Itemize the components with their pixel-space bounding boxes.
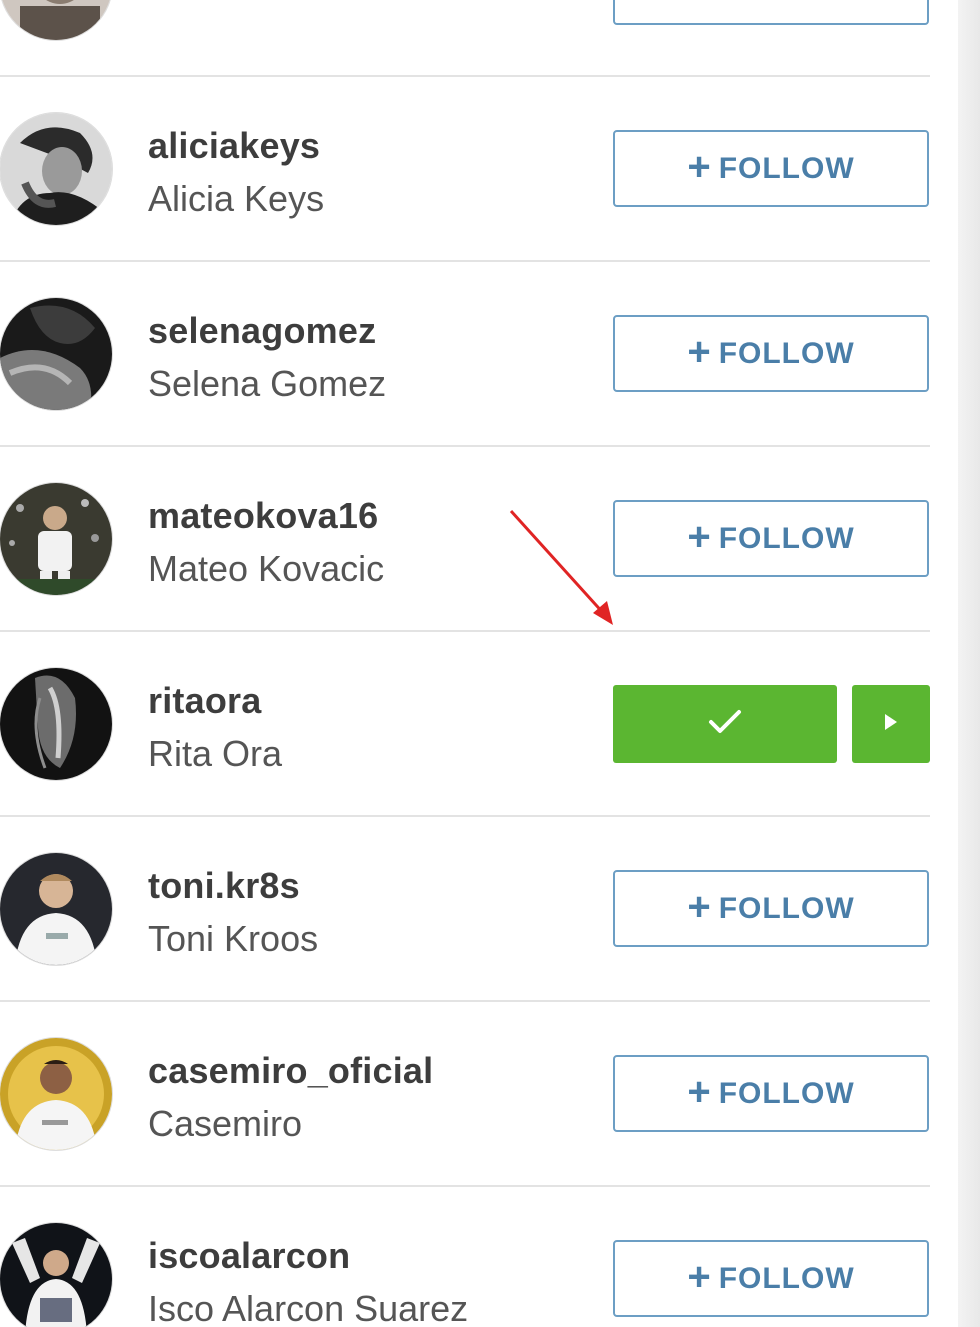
follow-button[interactable]: + FOLLOW [613, 500, 929, 577]
follow-label: FOLLOW [718, 336, 855, 370]
list-item: mateokova16 Mateo Kovacic + FOLLOW [0, 447, 930, 632]
avatar[interactable] [0, 853, 112, 965]
username[interactable]: ritaora [148, 680, 261, 722]
username[interactable]: toni.kr8s [148, 865, 300, 907]
username[interactable]: selenagomez [148, 310, 376, 352]
follow-button[interactable] [613, 0, 929, 25]
follow-button[interactable]: + FOLLOW [613, 130, 929, 207]
username[interactable]: mateokova16 [148, 495, 378, 537]
avatar[interactable] [0, 1038, 112, 1150]
scrollbar-track[interactable] [958, 0, 980, 1327]
full-name: Alicia Keys [148, 178, 325, 219]
avatar[interactable] [0, 113, 112, 225]
full-name: Casemiro [148, 1103, 303, 1144]
suggested-users-list: aliciakeys Alicia Keys + FOLLOW selenago… [0, 0, 980, 1327]
follow-button[interactable]: + FOLLOW [613, 1055, 929, 1132]
plus-icon: + [687, 884, 711, 929]
full-name: Rita Ora [148, 733, 283, 774]
avatar[interactable] [0, 298, 112, 410]
avatar[interactable] [0, 1223, 112, 1327]
follow-button[interactable]: + FOLLOW [613, 870, 929, 947]
list-item: aliciakeys Alicia Keys + FOLLOW [0, 77, 930, 262]
follow-button[interactable]: + FOLLOW [613, 1240, 929, 1317]
plus-icon: + [687, 514, 711, 559]
list-item: toni.kr8s Toni Kroos + FOLLOW [0, 817, 930, 1002]
follow-label: FOLLOW [718, 151, 855, 185]
username[interactable]: aliciakeys [148, 125, 320, 167]
list-item: ritaora Rita Ora [0, 632, 930, 817]
full-name: Mateo Kovacic [148, 548, 385, 589]
list-item-partial [0, 0, 930, 77]
checkmark-icon [708, 709, 742, 740]
follow-label: FOLLOW [718, 1261, 855, 1295]
plus-icon: + [687, 1254, 711, 1299]
avatar[interactable] [0, 483, 112, 595]
suggestions-toggle-button[interactable] [852, 685, 930, 763]
full-name: Selena Gomez [148, 363, 387, 404]
username[interactable]: casemiro_oficial [148, 1050, 433, 1092]
play-triangle-icon [883, 712, 899, 737]
avatar[interactable] [0, 668, 112, 780]
plus-icon: + [687, 144, 711, 189]
list-item: iscoalarcon Isco Alarcon Suarez + FOLLOW [0, 1187, 930, 1327]
plus-icon: + [687, 329, 711, 374]
full-name: Isco Alarcon Suarez [148, 1288, 469, 1327]
follow-label: FOLLOW [718, 1076, 855, 1110]
full-name: Toni Kroos [148, 918, 319, 959]
plus-icon: + [687, 1069, 711, 1114]
list-item: casemiro_oficial Casemiro + FOLLOW [0, 1002, 930, 1187]
following-button[interactable] [613, 685, 837, 763]
follow-label: FOLLOW [718, 521, 855, 555]
follow-button[interactable]: + FOLLOW [613, 315, 929, 392]
avatar[interactable] [0, 0, 112, 40]
follow-label: FOLLOW [718, 891, 855, 925]
username[interactable]: iscoalarcon [148, 1235, 350, 1277]
list-item: selenagomez Selena Gomez + FOLLOW [0, 262, 930, 447]
